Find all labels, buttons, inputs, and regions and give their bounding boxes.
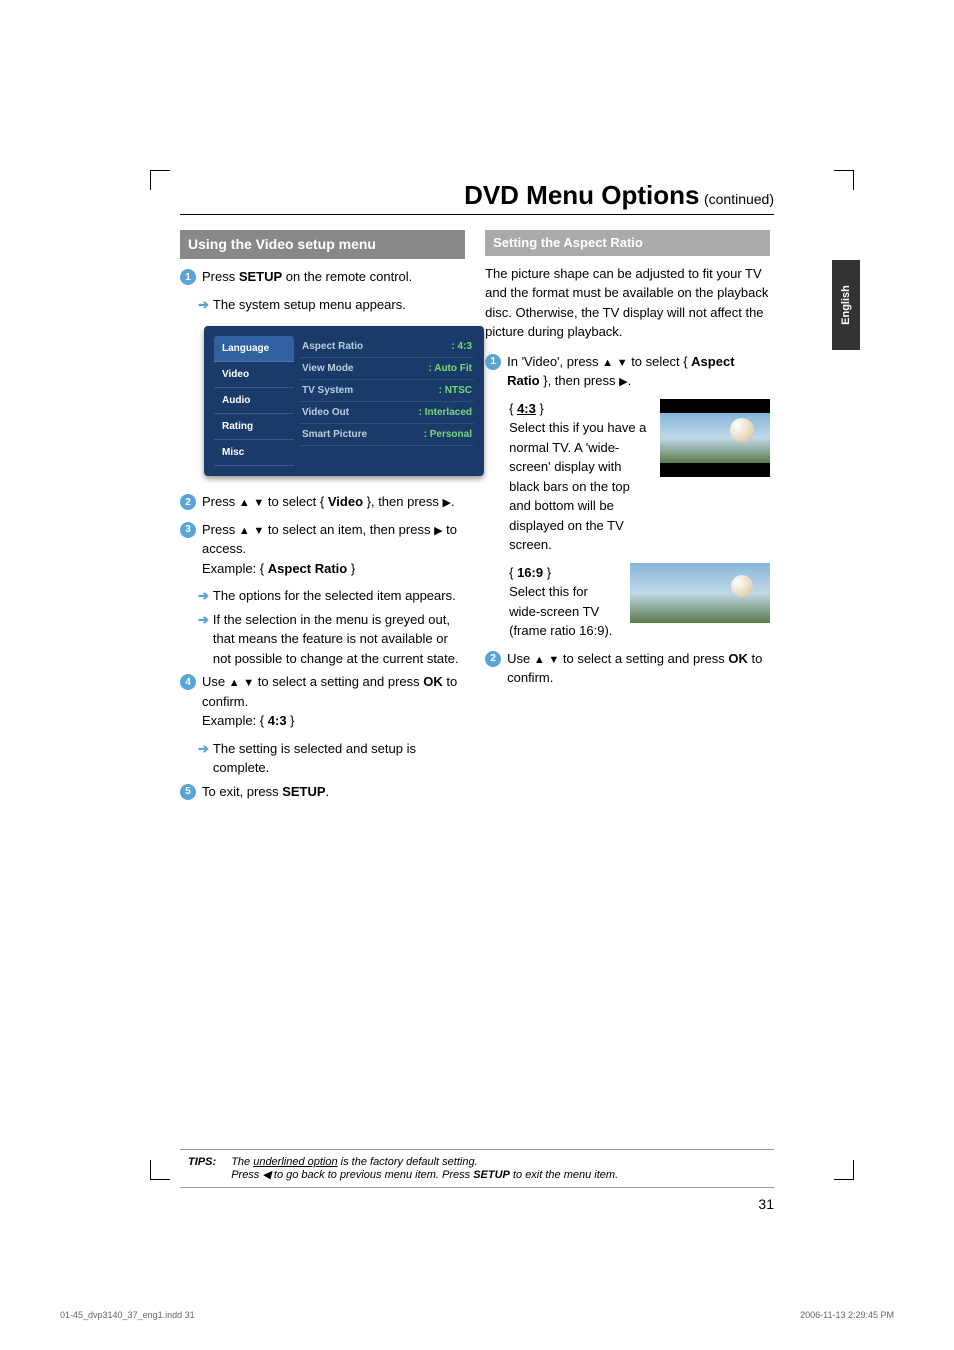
step-3-text: Press to select an item, then press to a… [202, 520, 465, 579]
tips-box: TIPS: The underlined option is the facto… [180, 1149, 774, 1188]
crop-mark [150, 1160, 170, 1180]
option-16-9: { 16:9 } Select this for wide-screen TV … [509, 563, 620, 641]
down-icon [253, 494, 264, 509]
step-1-result: The system setup menu appears. [213, 295, 406, 315]
menu-tab-misc: Misc [214, 440, 294, 466]
footer-timestamp: 2006-11-13 2:29:45 PM [800, 1310, 894, 1320]
language-tab: English [832, 260, 860, 350]
right-column: Setting the Aspect Ratio The picture sha… [485, 230, 770, 809]
menu-tab-language: Language [214, 336, 294, 362]
arrow-icon: ➔ [198, 586, 209, 606]
step-badge-1: 1 [180, 269, 196, 285]
page-number: 31 [130, 1188, 824, 1220]
menu-item: Aspect Ratio: 4:3 [300, 336, 474, 358]
arrow-icon: ➔ [198, 295, 209, 315]
menu-tab-audio: Audio [214, 388, 294, 414]
print-footer: 01-45_dvp3140_37_eng1.indd 31 2006-11-13… [0, 1280, 954, 1350]
right-icon [434, 522, 442, 537]
step-badge-5: 5 [180, 784, 196, 800]
step-2-text: Press to select { Video }, then press . [202, 492, 465, 512]
header-subtitle: (continued) [704, 191, 774, 207]
up-icon [239, 494, 250, 509]
right-icon [619, 373, 627, 388]
step-badge-2: 2 [180, 494, 196, 510]
arrow-icon: ➔ [198, 610, 209, 669]
aspect-16-9-illustration [630, 563, 770, 623]
step-4-result: The setting is selected and setup is com… [213, 739, 465, 778]
right-step-2-text: Use to select a setting and press OK to … [507, 649, 770, 688]
down-icon [548, 651, 559, 666]
right-icon [443, 494, 451, 509]
step-badge-4: 4 [180, 674, 196, 690]
up-icon [534, 651, 545, 666]
step-5-text: To exit, press SETUP. [202, 782, 465, 802]
step-3-result2: If the selection in the menu is greyed o… [213, 610, 465, 669]
tips-label: TIPS: [188, 1156, 216, 1168]
footer-file: 01-45_dvp3140_37_eng1.indd 31 [60, 1310, 195, 1320]
menu-item: Video Out: Interlaced [300, 402, 474, 424]
up-icon [239, 522, 250, 537]
down-icon [617, 354, 628, 369]
menu-item: TV System: NTSC [300, 380, 474, 402]
menu-tab-video: Video [214, 362, 294, 388]
language-tab-label: English [840, 285, 852, 325]
down-icon [253, 522, 264, 537]
page-header: DVD Menu Options (continued) [180, 180, 774, 215]
aspect-4-3-illustration [660, 399, 770, 477]
step-badge-2: 2 [485, 651, 501, 667]
menu-screenshot: Language Video Audio Rating Misc Aspect … [204, 326, 484, 476]
arrow-icon: ➔ [198, 739, 209, 778]
left-icon [262, 1169, 270, 1181]
right-step-1-text: In 'Video', press to select { Aspect Rat… [507, 352, 770, 391]
menu-tab-rating: Rating [214, 414, 294, 440]
section-title-video-setup: Using the Video setup menu [180, 230, 465, 259]
header-title: DVD Menu Options [464, 180, 699, 210]
section-title-aspect-ratio: Setting the Aspect Ratio [485, 230, 770, 256]
left-column: Using the Video setup menu 1 Press SETUP… [180, 230, 465, 809]
crop-mark [834, 170, 854, 190]
menu-item: View Mode: Auto Fit [300, 358, 474, 380]
step-badge-1: 1 [485, 354, 501, 370]
up-icon [229, 674, 240, 689]
step-4-text: Use to select a setting and press OK to … [202, 672, 465, 731]
crop-mark [150, 170, 170, 190]
step-3-result1: The options for the selected item appear… [213, 586, 456, 606]
step-1-text: Press SETUP on the remote control. [202, 267, 465, 287]
option-4-3: { 4:3 } Select this if you have a normal… [509, 399, 650, 555]
menu-item: Smart Picture: Personal [300, 424, 474, 446]
crop-mark [834, 1160, 854, 1180]
up-icon [602, 354, 613, 369]
down-icon [243, 674, 254, 689]
step-badge-3: 3 [180, 522, 196, 538]
aspect-intro: The picture shape can be adjusted to fit… [485, 264, 770, 342]
